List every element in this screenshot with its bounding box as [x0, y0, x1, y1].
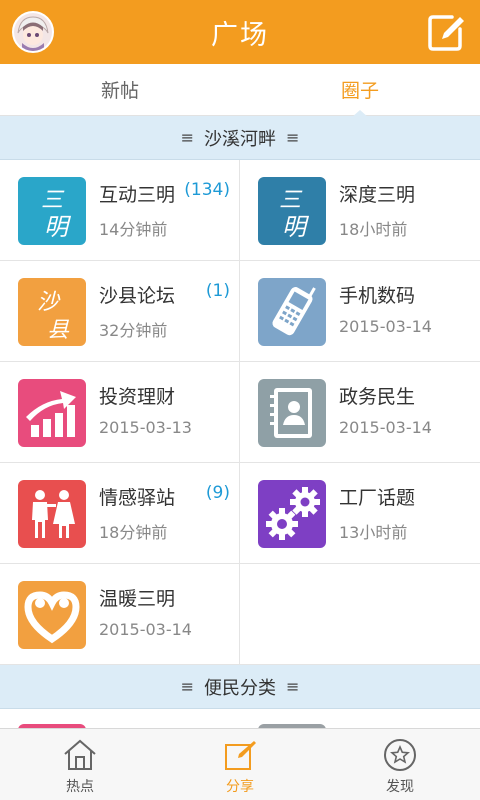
circle-name: 手机数码	[339, 285, 416, 307]
svg-text:明: 明	[282, 213, 310, 241]
edit-icon	[428, 15, 464, 51]
menu-lines-icon: ≡	[286, 677, 300, 696]
section-header-convenience: ≡ 便民分类 ≡	[0, 665, 480, 709]
circle-time: 13小时前	[339, 523, 408, 542]
active-tab-indicator	[351, 110, 369, 118]
menu-lines-icon: ≡	[180, 677, 194, 696]
circle-item-factory[interactable]: 工厂话题 13小时前	[240, 463, 480, 564]
menu-lines-icon: ≡	[286, 128, 300, 147]
new-post-button[interactable]	[426, 12, 466, 52]
tab-new-posts[interactable]: 新帖	[0, 64, 240, 115]
svg-text:沙: 沙	[37, 290, 61, 315]
nav-label: 发现	[386, 779, 414, 795]
menu-lines-icon: ≡	[180, 128, 194, 147]
mobile-phone-icon	[258, 278, 326, 346]
shaxian-forum-icon: 沙 县	[18, 278, 86, 346]
nav-label: 分享	[226, 779, 254, 795]
new-count-badge: (1)	[205, 281, 230, 301]
circle-time: 2015-03-14	[99, 620, 192, 639]
couple-icon	[18, 480, 86, 548]
tab-circles[interactable]: 圈子	[240, 64, 480, 115]
nav-share[interactable]: 分享	[160, 729, 320, 800]
star-circle-icon	[384, 739, 416, 771]
circle-item-mobile-digital[interactable]: 手机数码 2015-03-14	[240, 261, 480, 362]
investment-chart-icon	[18, 379, 86, 447]
bottom-navigation: 热点 分享 发现	[0, 728, 480, 800]
compose-icon	[225, 741, 256, 770]
circle-name: 深度三明	[339, 184, 416, 206]
section-title: 沙溪河畔	[204, 128, 276, 150]
circle-time: 2015-03-13	[99, 418, 192, 437]
circle-time: 32分钟前	[99, 321, 168, 340]
shendu-sanming-icon: 三 明	[258, 177, 326, 245]
circle-name: 投资理财	[99, 386, 176, 408]
circle-name: 沙县论坛	[99, 285, 176, 307]
section-title: 便民分类	[204, 677, 276, 699]
circle-item-investment[interactable]: 投资理财 2015-03-13	[0, 362, 240, 463]
circle-name: 情感驿站	[99, 487, 176, 509]
nav-hot[interactable]: 热点	[0, 729, 160, 800]
circle-time: 14分钟前	[99, 220, 168, 239]
circle-time: 18分钟前	[99, 523, 168, 542]
new-count-badge: (134)	[184, 180, 230, 200]
circle-name: 温暖三明	[99, 588, 176, 610]
circle-item-government[interactable]: 政务民生 2015-03-14	[240, 362, 480, 463]
hudong-sanming-icon: 三 明	[18, 177, 86, 245]
circle-item-shaxian-forum[interactable]: 沙 县 沙县论坛 32分钟前 (1)	[0, 261, 240, 362]
user-avatar[interactable]	[12, 11, 54, 53]
svg-text:县: 县	[47, 318, 70, 343]
circle-item-warm-sanming[interactable]: 温暖三明 2015-03-14	[0, 564, 240, 665]
heart-hands-icon	[18, 581, 86, 649]
new-count-badge: (9)	[205, 483, 230, 503]
circle-time: 2015-03-14	[339, 317, 432, 336]
nav-discover[interactable]: 发现	[320, 729, 480, 800]
tab-bar: 新帖 圈子	[0, 64, 480, 116]
svg-text:三: 三	[279, 188, 303, 213]
circle-item-shendu-sanming[interactable]: 三 明 深度三明 18小时前	[240, 160, 480, 261]
circle-time: 2015-03-14	[339, 418, 432, 437]
address-book-icon	[258, 379, 326, 447]
svg-text:三: 三	[41, 188, 65, 213]
circle-item-hudong-sanming[interactable]: 三 明 互动三明 14分钟前 (134)	[0, 160, 240, 261]
section-header-shaxi: ≡ 沙溪河畔 ≡	[0, 116, 480, 160]
circle-name: 工厂话题	[339, 487, 416, 509]
page-title: 广场	[211, 19, 269, 51]
circle-time: 18小时前	[339, 220, 408, 239]
circle-name: 互动三明	[99, 184, 176, 206]
empty-grid-cell	[240, 564, 480, 665]
nav-label: 热点	[66, 779, 94, 795]
svg-text:明: 明	[44, 213, 72, 241]
house-icon	[64, 739, 96, 770]
circle-name: 政务民生	[339, 386, 416, 408]
gears-icon	[258, 480, 326, 548]
circle-item-emotion[interactable]: 情感驿站 18分钟前 (9)	[0, 463, 240, 564]
app-header: 广场	[0, 0, 480, 64]
